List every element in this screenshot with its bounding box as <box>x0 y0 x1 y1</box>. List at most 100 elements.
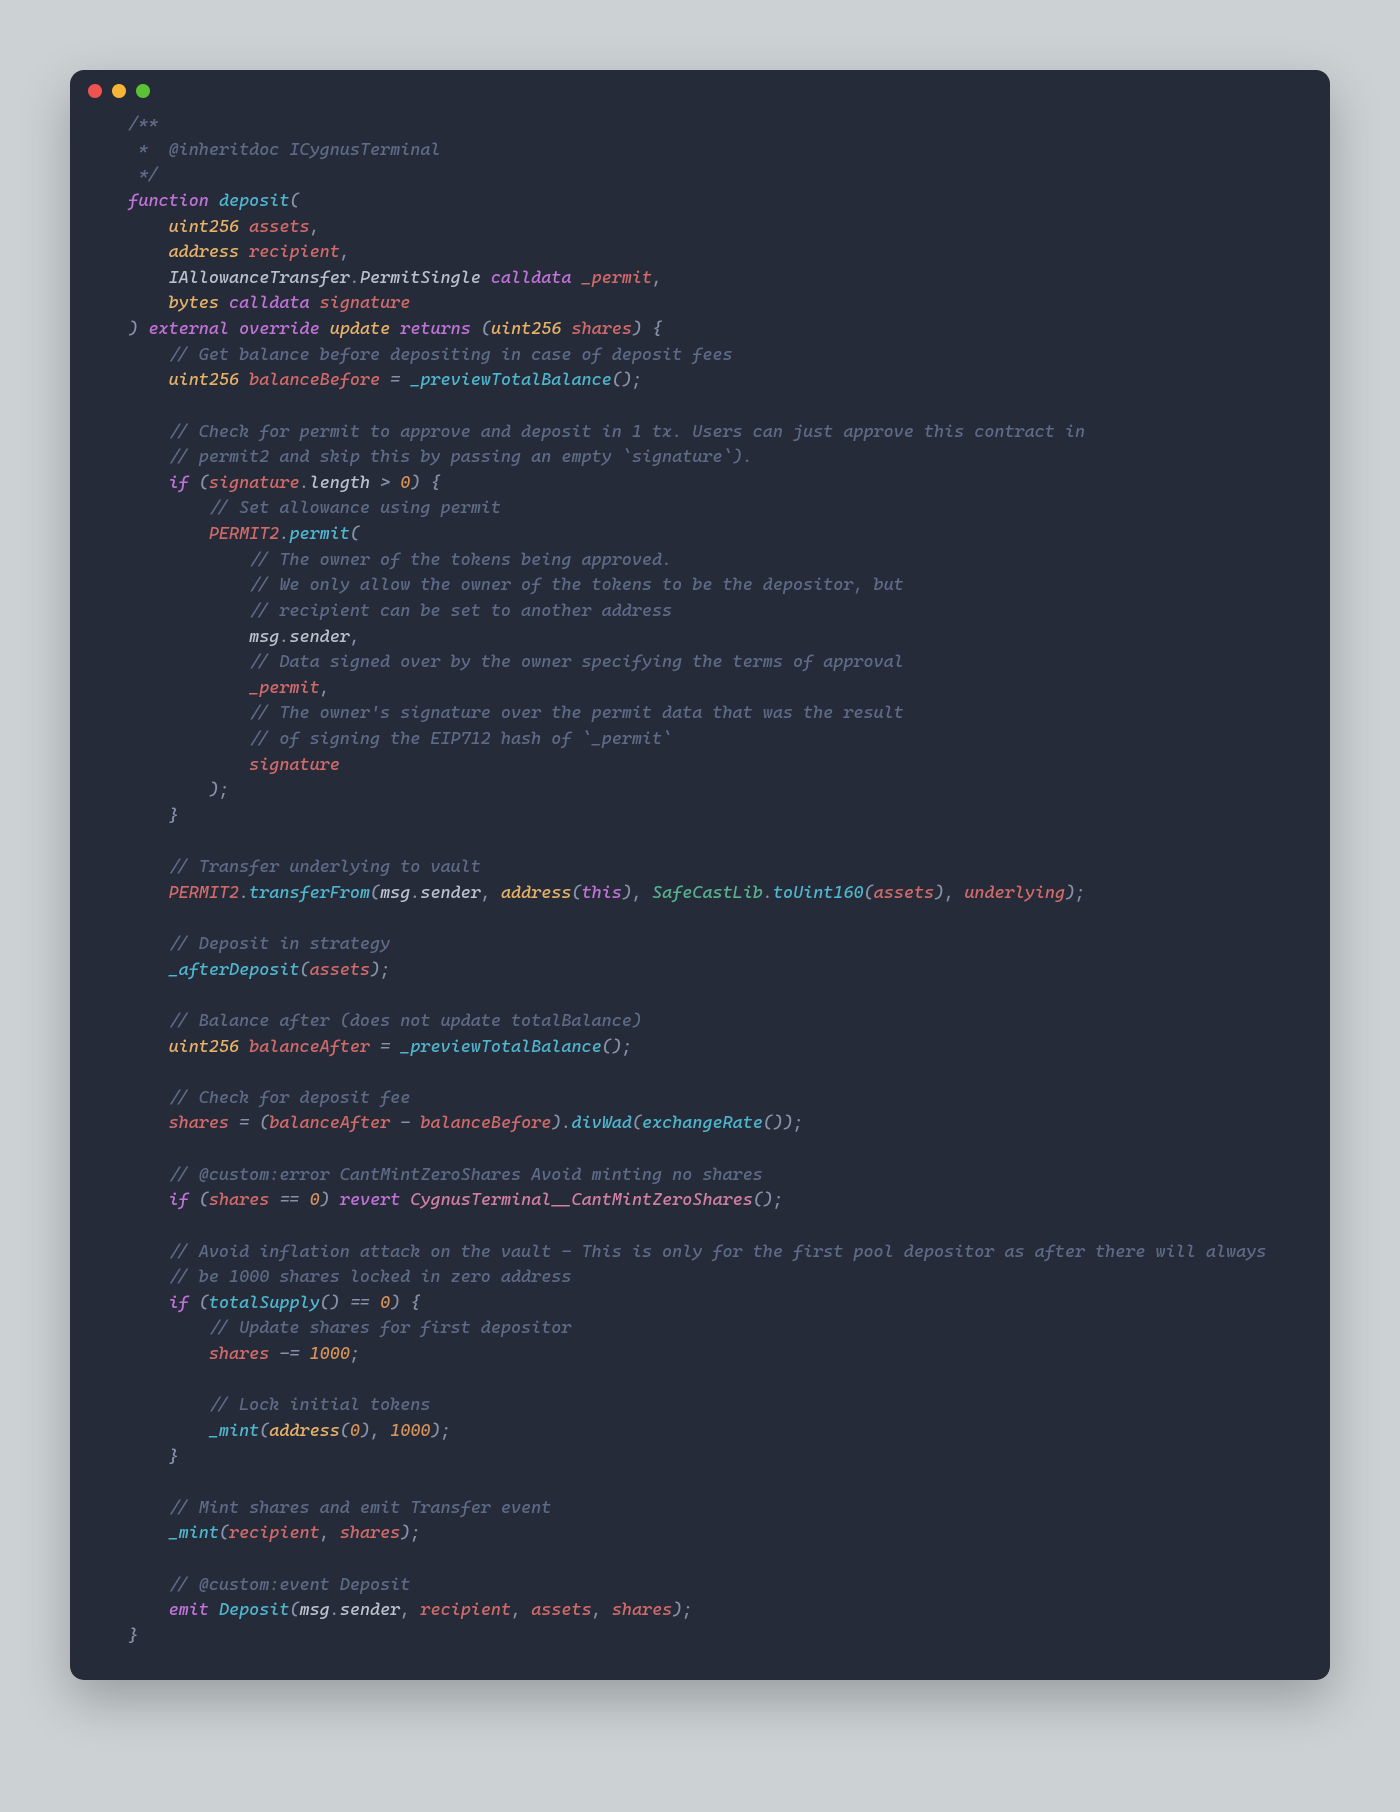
window-titlebar <box>70 70 1330 112</box>
code-token: bytes <box>169 293 219 313</box>
code-token <box>400 370 410 390</box>
code-token: msg <box>300 1600 330 1620</box>
code-token <box>390 319 400 339</box>
code-token <box>189 473 199 493</box>
code-token: ; <box>410 1523 420 1543</box>
code-token: address <box>501 883 572 903</box>
code-token: signature <box>209 473 300 493</box>
code-token: ) <box>390 1293 400 1313</box>
code-token: calldata <box>491 268 572 288</box>
code-token: uint256 <box>169 370 240 390</box>
code-token: deposit <box>219 191 290 211</box>
code-token: assets <box>531 1600 591 1620</box>
code-token <box>410 1600 420 1620</box>
code-token: = <box>380 1037 390 1057</box>
code-token <box>642 319 652 339</box>
code-token: balanceBefore <box>249 370 380 390</box>
code-token: 0 <box>400 473 410 493</box>
code-token: -= <box>279 1344 299 1364</box>
close-icon[interactable] <box>88 84 102 98</box>
code-token: recipient <box>249 242 340 262</box>
code-token: . <box>763 883 773 903</box>
code-token: , <box>592 1600 602 1620</box>
code-token <box>229 1113 239 1133</box>
code-token: assets <box>249 217 309 237</box>
code-token: ) <box>370 960 380 980</box>
code-token: // The owner's signature over the permit… <box>249 703 904 723</box>
code-token: ) <box>330 1293 340 1313</box>
code-token: 0 <box>310 1190 320 1210</box>
code-token <box>330 1523 340 1543</box>
code-token: ( <box>199 1293 209 1313</box>
code-token <box>571 268 581 288</box>
code-token: ( <box>199 1190 209 1210</box>
code-token: ( <box>320 1293 330 1313</box>
code-token: update <box>330 319 390 339</box>
code-token <box>239 242 249 262</box>
code-token: . <box>300 473 310 493</box>
code-token: _mint <box>209 1421 259 1441</box>
code-token: , <box>511 1600 521 1620</box>
code-token <box>471 319 481 339</box>
code-token: == <box>350 1293 370 1313</box>
code-token: // of signing the EIP712 hash of `_permi… <box>249 729 672 749</box>
code-token: ( <box>864 883 874 903</box>
code-token: external <box>148 319 229 339</box>
code-token: sender <box>289 627 349 647</box>
code-token: // permit2 and skip this by passing an e… <box>169 447 753 467</box>
code-token <box>380 370 390 390</box>
code-token: toUint160 <box>773 883 864 903</box>
code-token: shares <box>572 319 632 339</box>
code-token: ( <box>763 1113 773 1133</box>
code-token: PermitSingle <box>360 268 491 288</box>
code-token: balanceAfter <box>269 1113 390 1133</box>
code-token: . <box>350 268 360 288</box>
code-token: , <box>340 242 350 262</box>
code-token: returns <box>400 319 471 339</box>
code-token: ( <box>571 883 581 903</box>
code-token: ) <box>612 1037 622 1057</box>
code-token <box>138 319 148 339</box>
code-token: // Set allowance using permit <box>209 498 501 518</box>
code-token: ) <box>622 370 632 390</box>
code-token: msg <box>380 883 410 903</box>
code-token: ; <box>793 1113 803 1133</box>
code-token <box>300 1344 310 1364</box>
code-token: // Balance after (does not update totalB… <box>169 1011 642 1031</box>
code-token: } <box>128 1626 138 1646</box>
code-token: , <box>632 883 642 903</box>
code-token: ) <box>128 319 138 339</box>
code-token: ; <box>632 370 642 390</box>
code-token: , <box>320 1523 330 1543</box>
code-token: emit <box>169 1600 209 1620</box>
code-token: ) <box>1065 883 1075 903</box>
code-token: > <box>380 473 390 493</box>
code-token: if <box>169 1190 189 1210</box>
code-token <box>400 1190 410 1210</box>
code-token: ( <box>340 1421 350 1441</box>
code-token: ) <box>672 1600 682 1620</box>
code-token: shares <box>209 1344 269 1364</box>
code-token: ( <box>753 1190 763 1210</box>
code-token: } <box>169 1447 179 1467</box>
code-token: ( <box>259 1421 269 1441</box>
code-token <box>521 1600 531 1620</box>
code-token: ( <box>350 524 360 544</box>
minimize-icon[interactable] <box>112 84 126 98</box>
code-token: uint256 <box>491 319 562 339</box>
code-token: ( <box>481 319 491 339</box>
maximize-icon[interactable] <box>136 84 150 98</box>
code-token: SafeCastLib <box>652 883 763 903</box>
code-token: // Avoid inflation attack on the vault -… <box>169 1242 1267 1262</box>
code-token: CygnusTerminal__CantMintZeroShares <box>410 1190 752 1210</box>
code-token: divWad <box>572 1113 632 1133</box>
code-token: uint256 <box>169 217 240 237</box>
code-token: , <box>652 268 662 288</box>
code-token <box>370 1293 380 1313</box>
code-token: uint256 <box>169 1037 240 1057</box>
code-token: /** <box>128 114 158 134</box>
code-block: /** * @inheritdoc ICygnusTerminal */ fun… <box>70 112 1330 1680</box>
code-token <box>189 1190 199 1210</box>
code-token: ; <box>622 1037 632 1057</box>
code-token: ; <box>350 1344 360 1364</box>
